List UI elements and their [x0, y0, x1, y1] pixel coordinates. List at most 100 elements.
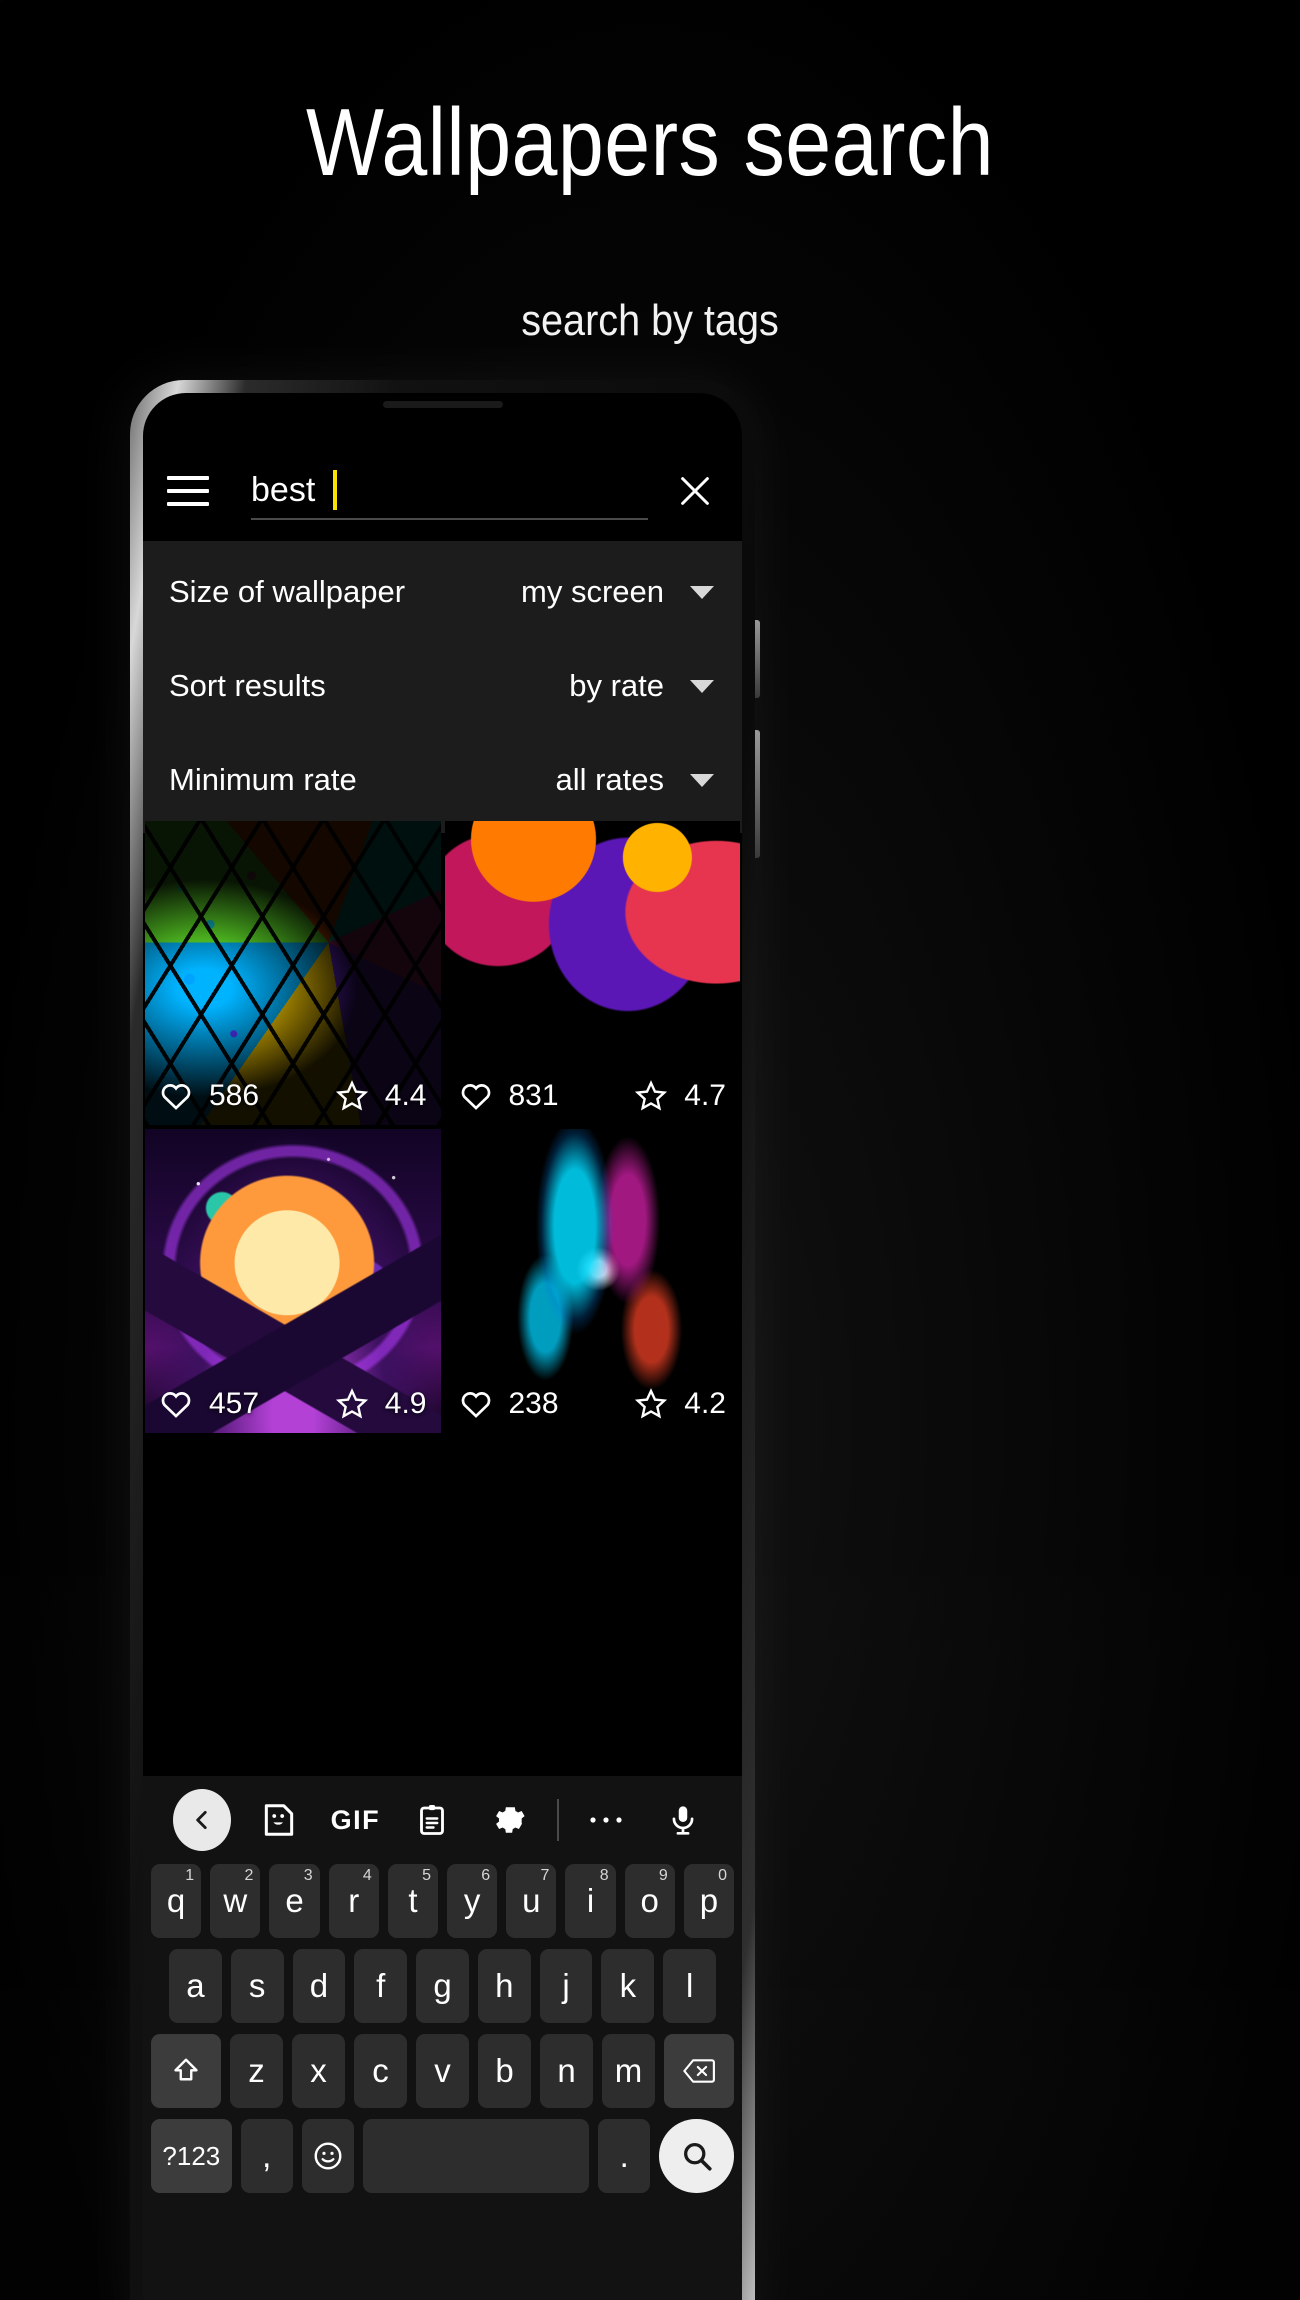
chevron-down-icon[interactable]: [690, 773, 714, 787]
key-h[interactable]: h: [477, 1949, 531, 2023]
filter-row-sort[interactable]: Sort results by rate: [143, 639, 742, 733]
wallpaper-stats: 586 4.4: [145, 1073, 441, 1119]
page-title: Wallpapers search: [306, 89, 994, 196]
rating-value: 4.2: [684, 1387, 726, 1420]
filter-label: Minimum rate: [169, 762, 357, 797]
key-t[interactable]: 5t: [387, 1864, 438, 1938]
symbols-key[interactable]: ?123: [151, 2119, 232, 2193]
key-label: u: [522, 1882, 541, 1919]
like-count: 586: [209, 1079, 260, 1112]
key-x[interactable]: x: [292, 2034, 345, 2108]
key-label: e: [285, 1882, 304, 1919]
heart-icon: [461, 1084, 490, 1110]
phone-power-button: [755, 730, 760, 858]
key-label: q: [166, 1882, 186, 1919]
like-count: 457: [209, 1387, 260, 1420]
phone-earpiece: [382, 401, 503, 408]
hamburger-menu-icon[interactable]: [167, 476, 209, 506]
key-q[interactable]: 1q: [150, 1864, 202, 1938]
search-field[interactable]: best: [251, 462, 648, 520]
wallpaper-card[interactable]: 586 4.4: [145, 821, 441, 1125]
clear-search-button[interactable]: [656, 452, 734, 530]
key-f[interactable]: f: [354, 1949, 408, 2023]
filter-value: by rate: [569, 668, 664, 703]
star-icon: [635, 1080, 668, 1111]
filter-value: my screen: [521, 574, 664, 609]
clipboard-icon[interactable]: [403, 1791, 461, 1849]
backspace-key-icon[interactable]: [664, 2034, 734, 2108]
shift-key-icon[interactable]: [151, 2034, 221, 2108]
key-n[interactable]: n: [540, 2034, 593, 2108]
filter-label: Size of wallpaper: [169, 574, 406, 609]
key-m[interactable]: m: [602, 2034, 655, 2108]
search-key-icon[interactable]: [659, 2119, 734, 2193]
phone-screen: best Size of wallpaper my screen Sort re…: [143, 393, 742, 2300]
key-superscript: 4: [362, 1867, 372, 1884]
space-key[interactable]: [362, 2119, 590, 2193]
key-p[interactable]: 0p: [683, 1864, 735, 1938]
text-cursor: [333, 470, 338, 510]
wallpaper-results-grid: 586 4.4 831 4.7 457 4.9 238 4.2: [143, 821, 742, 1433]
keyboard-back-button[interactable]: [173, 1789, 231, 1851]
key-label: o: [640, 1882, 659, 1919]
key-s[interactable]: s: [230, 1949, 284, 2023]
wallpaper-card[interactable]: 831 4.7: [444, 821, 741, 1125]
key-e[interactable]: 3e: [269, 1864, 320, 1938]
key-a[interactable]: a: [168, 1949, 222, 2023]
period-key[interactable]: .: [598, 2119, 651, 2193]
rating-value: 4.9: [384, 1387, 427, 1420]
settings-gear-icon[interactable]: [480, 1791, 538, 1849]
chevron-down-icon[interactable]: [690, 585, 714, 599]
key-r[interactable]: 4r: [328, 1864, 379, 1938]
star-icon: [635, 1388, 668, 1419]
sticker-icon[interactable]: [250, 1791, 308, 1849]
key-v[interactable]: v: [416, 2034, 469, 2108]
key-i[interactable]: 8i: [565, 1864, 616, 1938]
star-icon: [335, 1388, 368, 1419]
key-k[interactable]: k: [601, 1949, 655, 2023]
keyboard-row-3: z x c v b n m: [143, 2034, 742, 2108]
wallpaper-card[interactable]: 457 4.9: [145, 1129, 441, 1433]
key-superscript: 5: [422, 1867, 431, 1884]
filter-row-minrate[interactable]: Minimum rate all rates: [143, 733, 742, 827]
key-superscript: 6: [481, 1867, 491, 1884]
key-g[interactable]: g: [416, 1949, 469, 2023]
filter-value: all rates: [555, 762, 664, 797]
toolbar-divider: [556, 1799, 559, 1841]
app-top-bar: best: [143, 445, 742, 537]
key-label: y: [463, 1882, 481, 1919]
star-icon: [335, 1080, 368, 1111]
key-label: w: [223, 1882, 248, 1919]
gif-icon[interactable]: GIF: [326, 1791, 384, 1849]
key-j[interactable]: j: [539, 1949, 593, 2023]
phone-volume-button: [755, 620, 760, 698]
key-b[interactable]: b: [478, 2034, 531, 2108]
key-superscript: 9: [658, 1867, 668, 1884]
key-z[interactable]: z: [230, 2034, 283, 2108]
chevron-down-icon[interactable]: [690, 679, 714, 693]
key-d[interactable]: d: [292, 1949, 346, 2023]
key-u[interactable]: 7u: [506, 1864, 557, 1938]
keyboard-row-2: a s d f g h j k l: [143, 1949, 742, 2023]
key-y[interactable]: 6y: [447, 1864, 498, 1938]
key-l[interactable]: l: [663, 1949, 717, 2023]
software-keyboard: GIF 1 q 2 w 3 e 4 r 5 t 6 y 7 u 8 i 9 o …: [143, 1776, 742, 2300]
more-options-icon[interactable]: [577, 1791, 635, 1849]
keyboard-row-4: ?123 , .: [143, 2119, 742, 2193]
promo-banner: Wallpapers search search by tags best Si…: [0, 0, 1300, 2300]
comma-key[interactable]: ,: [240, 2119, 293, 2193]
key-c[interactable]: c: [354, 2034, 407, 2108]
microphone-icon[interactable]: [654, 1791, 712, 1849]
filter-row-size[interactable]: Size of wallpaper my screen: [143, 545, 742, 639]
key-o[interactable]: 9o: [624, 1864, 675, 1938]
key-superscript: 8: [599, 1867, 609, 1884]
wallpaper-stats: 831 4.7: [445, 1073, 741, 1119]
key-label: t: [408, 1882, 418, 1919]
key-w[interactable]: 2w: [210, 1864, 261, 1938]
wallpaper-card[interactable]: 238 4.2: [444, 1129, 740, 1433]
heart-icon: [161, 1084, 191, 1110]
key-label: p: [699, 1882, 719, 1919]
rating-value: 4.7: [684, 1079, 726, 1112]
emoji-icon[interactable]: [301, 2119, 354, 2193]
phone-mockup: best Size of wallpaper my screen Sort re…: [130, 380, 760, 2300]
